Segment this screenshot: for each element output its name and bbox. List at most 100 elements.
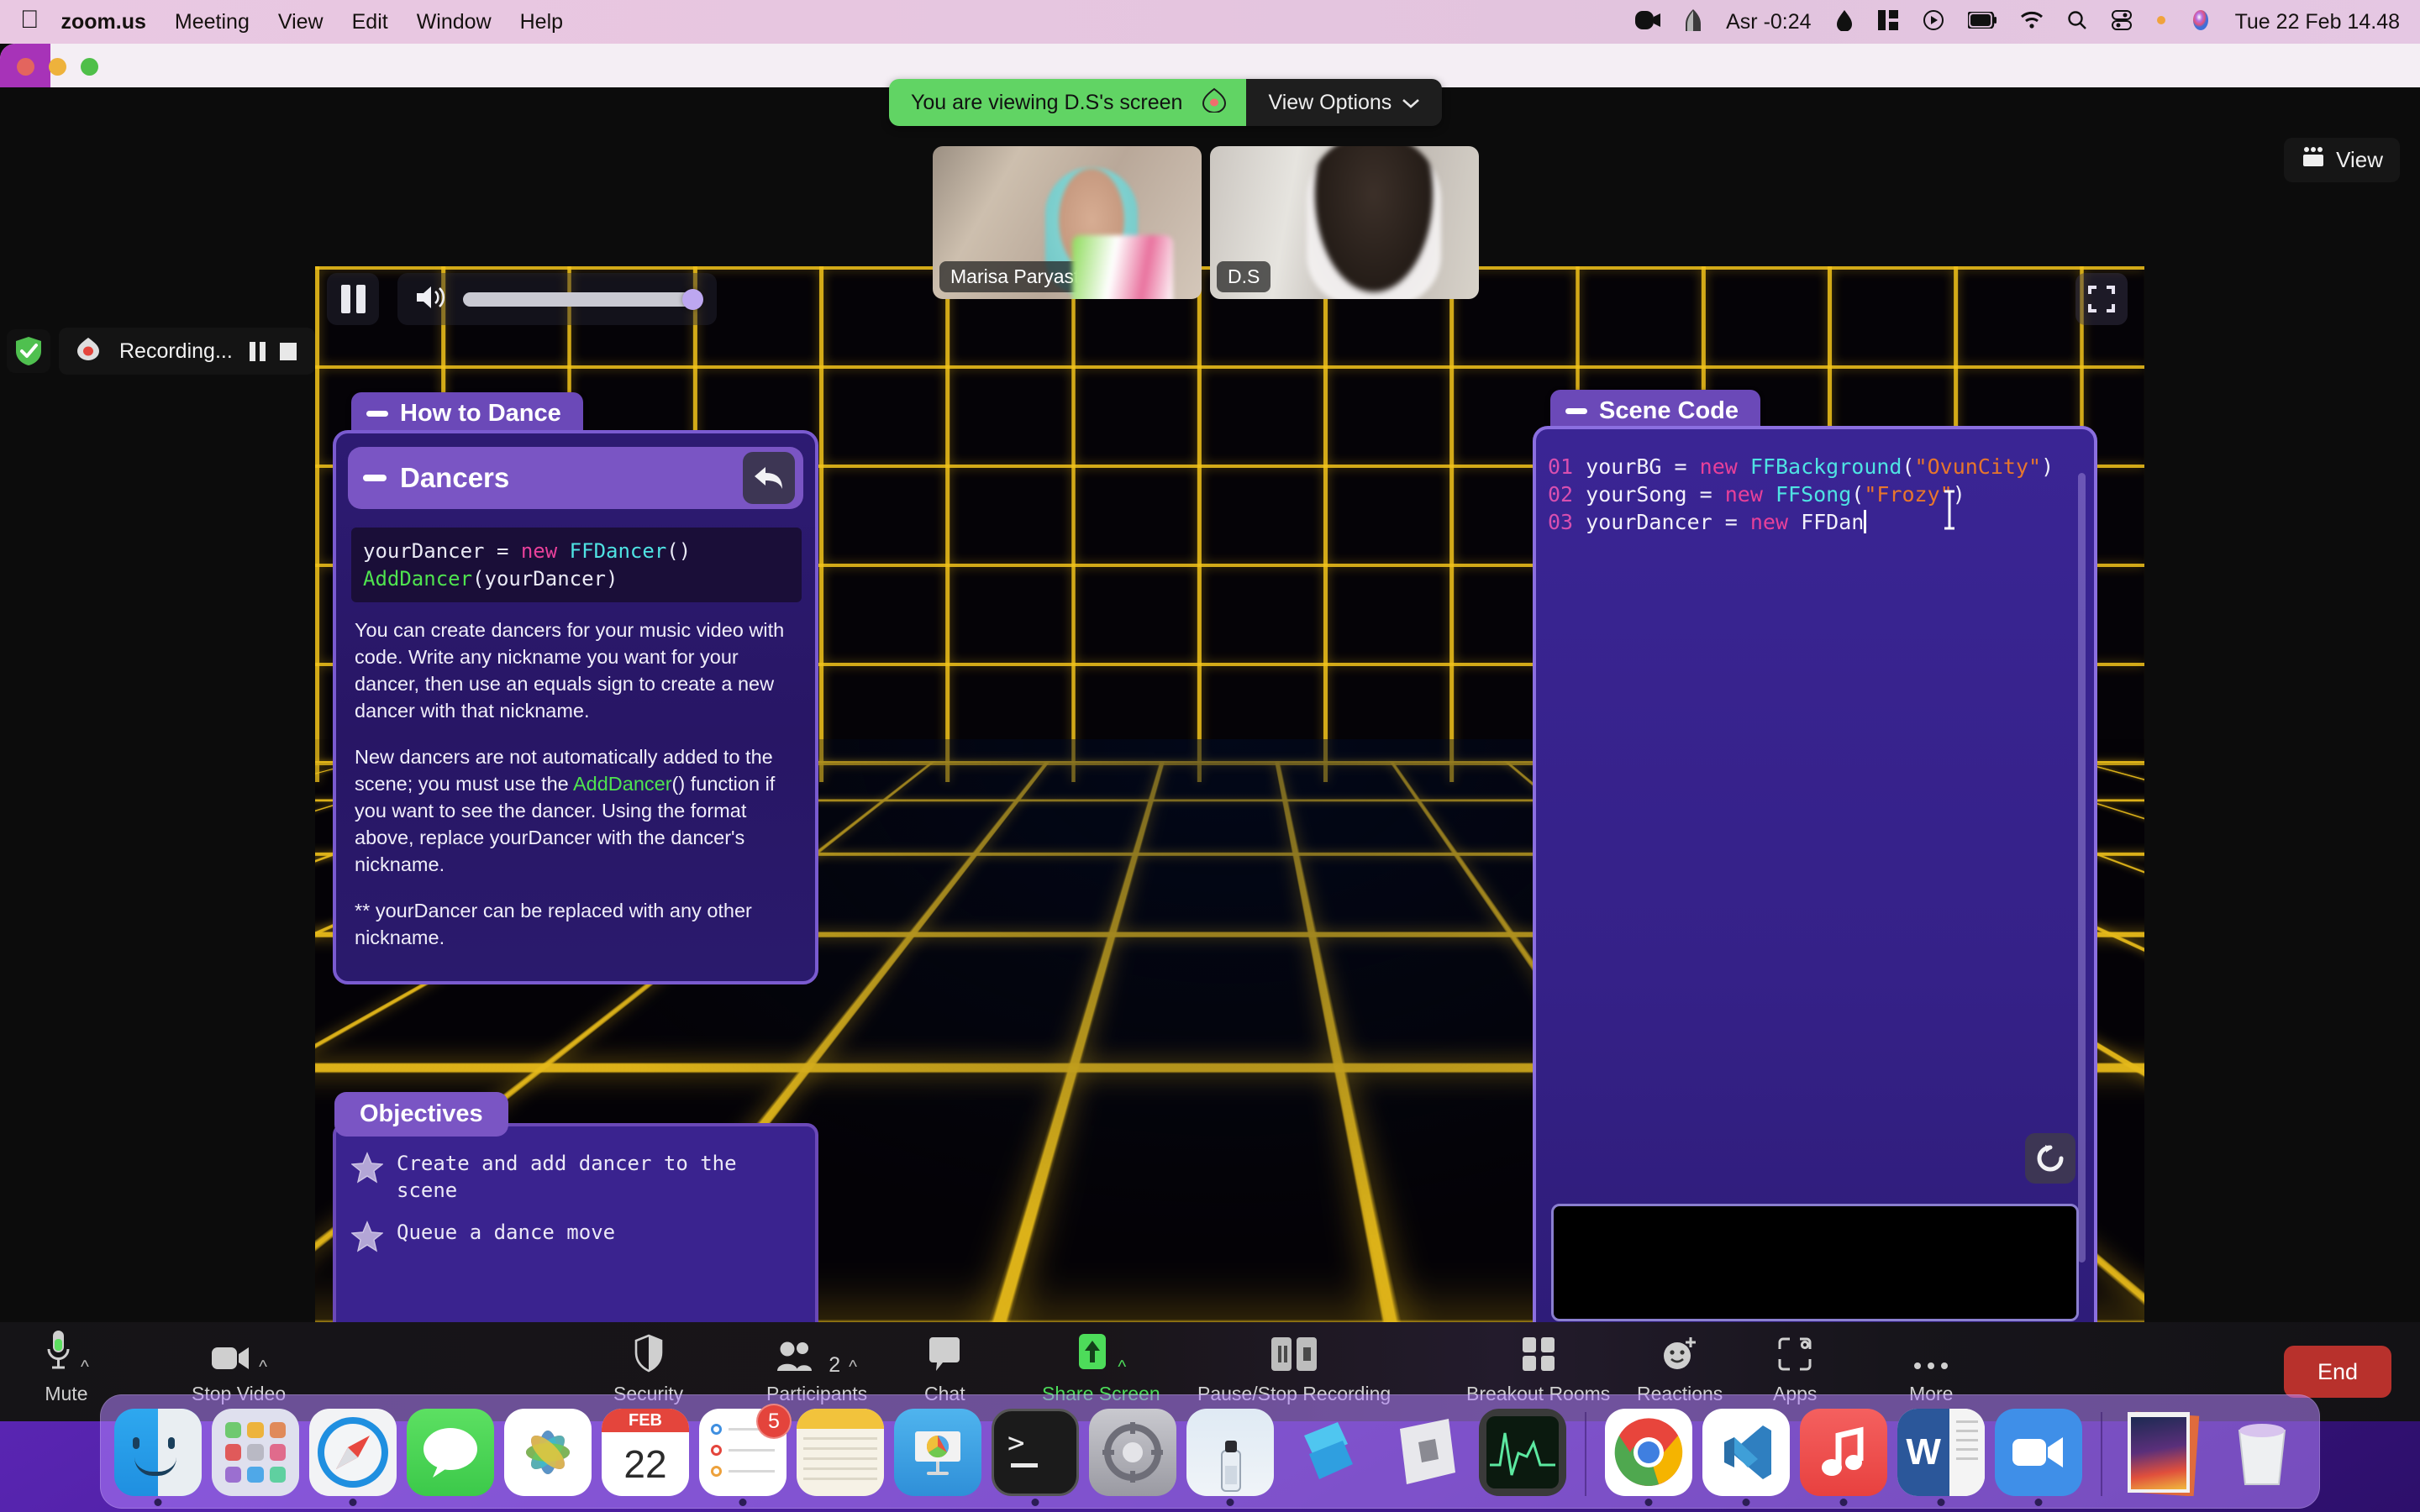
document-stack-icon <box>2121 1409 2208 1496</box>
dock-item-photos[interactable] <box>504 1409 592 1496</box>
prayer-time-label[interactable]: Asr -0:24 <box>1726 10 1811 34</box>
dock-item-music[interactable] <box>1800 1409 1887 1506</box>
tab-how-to-dance[interactable]: How to Dance <box>351 392 583 435</box>
toolbar-mute-button[interactable]: ^ Mute <box>44 1329 89 1405</box>
volume-speaker-icon[interactable] <box>414 283 448 316</box>
close-button[interactable] <box>17 58 34 76</box>
menu-item-help[interactable]: Help <box>520 10 563 34</box>
view-button-label: View <box>2336 147 2383 172</box>
dock-item-messages[interactable] <box>407 1409 494 1496</box>
view-options-button[interactable]: View Options <box>1246 79 1443 126</box>
volume-slider-track[interactable] <box>463 288 703 310</box>
participant-name: D.S <box>1217 261 1271 292</box>
code-keyword-new: new <box>1724 482 1763 507</box>
dock-item-roblox-studio[interactable] <box>1284 1409 1371 1496</box>
snippet-function: AddDancer <box>363 566 473 591</box>
dock-item-reminders[interactable]: 5 <box>699 1404 792 1506</box>
participants-options-caret[interactable]: ^ <box>849 1357 857 1378</box>
view-options-label: View Options <box>1268 90 1392 114</box>
dock-item-word[interactable]: W <box>1897 1409 1985 1506</box>
code-paren-close: ) <box>2041 454 2054 479</box>
dancers-paragraph-1: You can create dancers for your music vi… <box>355 619 785 722</box>
search-icon[interactable] <box>2067 10 2087 34</box>
dock-item-activity-monitor[interactable] <box>1479 1409 1566 1496</box>
menu-item-edit[interactable]: Edit <box>352 10 388 34</box>
video-options-caret[interactable]: ^ <box>259 1357 267 1378</box>
participant-thumbnail[interactable]: D.S <box>1210 146 1479 299</box>
viewing-status-text: You are viewing D.S's screen <box>911 90 1183 114</box>
dock-item-notes[interactable] <box>797 1409 884 1496</box>
fullscreen-expand-icon[interactable] <box>2075 273 2128 325</box>
dock-item-finder[interactable] <box>114 1409 202 1506</box>
running-indicator <box>349 1499 357 1506</box>
tab-objectives[interactable]: Objectives <box>334 1092 508 1137</box>
dock-item-vscode[interactable] <box>1702 1409 1790 1506</box>
code-var: yourBG <box>1586 454 1662 479</box>
menu-item-view[interactable]: View <box>278 10 324 34</box>
code-type-partial: FFDan <box>1801 510 1865 534</box>
dock-item-safari[interactable] <box>309 1409 397 1506</box>
dancers-info-panel: Dancers yourDancer = new FFDancer() AddD… <box>333 430 818 984</box>
volume-slider-knob[interactable] <box>682 288 703 310</box>
zoom-camera-icon[interactable] <box>1635 10 1661 34</box>
share-options-caret[interactable]: ^ <box>1118 1357 1126 1378</box>
dock-item-system-preferences[interactable] <box>1089 1409 1176 1496</box>
dock-item-trash[interactable] <box>2218 1409 2306 1496</box>
dock-item-roblox[interactable] <box>1381 1409 1469 1496</box>
dancers-code-snippet: yourDancer = new FFDancer() AddDancer(yo… <box>351 528 802 603</box>
participant-name: Marisa Paryasto <box>939 261 1102 292</box>
snippet-equals: = <box>484 539 521 563</box>
apple-logo-icon[interactable]:  <box>20 8 39 33</box>
menu-item-meeting[interactable]: Meeting <box>175 10 250 34</box>
participant-thumbnail[interactable]: Marisa Paryasto <box>933 146 1202 299</box>
recording-pause-button[interactable] <box>249 341 266 361</box>
control-center-icon[interactable] <box>2111 9 2133 35</box>
siri-icon[interactable] <box>2190 9 2212 35</box>
recording-stop-button[interactable] <box>279 342 297 360</box>
reminders-badge: 5 <box>756 1404 792 1439</box>
recording-label: Recording... <box>119 339 233 363</box>
play-circle-icon[interactable] <box>1923 9 1944 35</box>
zoom-meeting-window: You are viewing D.S's screen View Option… <box>0 44 2420 1421</box>
reset-refresh-icon[interactable] <box>2025 1133 2075 1184</box>
media-pause-button[interactable] <box>327 273 379 325</box>
calendar-icon: FEB 22 <box>602 1409 689 1496</box>
code-editor[interactable]: 01 yourBG = new FFBackground("OvunCity")… <box>1536 429 2094 536</box>
zoom-button[interactable] <box>81 58 98 76</box>
end-meeting-button[interactable]: End <box>2284 1346 2391 1398</box>
participants-icon <box>776 1341 820 1378</box>
dock-item-launchpad[interactable] <box>212 1409 299 1496</box>
launchpad-icon <box>212 1409 299 1496</box>
minimize-button[interactable] <box>49 58 66 76</box>
dock-item-preview[interactable] <box>1186 1409 1274 1506</box>
menu-bar-clock[interactable]: Tue 22 Feb 14.48 <box>2235 10 2400 34</box>
participant-thumbnail-strip: Marisa Paryasto D.S <box>933 146 1479 299</box>
back-arrow-icon[interactable] <box>743 452 795 504</box>
dock-item-chrome[interactable] <box>1605 1409 1692 1506</box>
screen-share-leaf-icon <box>1201 87 1228 118</box>
more-ellipsis-icon <box>1912 1355 1949 1378</box>
mosque-icon[interactable] <box>1684 8 1702 35</box>
line-number: 01 <box>1548 454 1574 479</box>
water-drop-icon[interactable] <box>1835 9 1854 35</box>
editor-scrollbar[interactable] <box>2078 473 2086 1263</box>
menu-item-app-name[interactable]: zoom.us <box>61 10 146 34</box>
code-var: yourDancer <box>1586 510 1712 534</box>
mute-options-caret[interactable]: ^ <box>81 1357 89 1378</box>
security-shield-check-icon[interactable] <box>7 329 50 373</box>
text-caret <box>1864 510 1867 533</box>
stats-bars-icon[interactable] <box>1877 9 1899 35</box>
dancers-panel-header[interactable]: Dancers <box>348 447 803 509</box>
macos-menu-bar:  zoom.us Meeting View Edit Window Help … <box>0 0 2420 44</box>
volume-control[interactable] <box>397 273 717 325</box>
view-layout-button[interactable]: View <box>2284 138 2400 182</box>
dock-item-keynote[interactable] <box>894 1409 981 1496</box>
wifi-icon[interactable] <box>2020 11 2044 34</box>
battery-icon[interactable] <box>1966 10 1996 33</box>
menu-item-window[interactable]: Window <box>417 10 492 34</box>
safari-icon <box>309 1409 397 1496</box>
dock-item-document-stack[interactable] <box>2121 1409 2208 1496</box>
dock-item-terminal[interactable]: > <box>992 1409 1079 1506</box>
dock-item-calendar[interactable]: FEB 22 <box>602 1409 689 1496</box>
dock-item-zoom[interactable] <box>1995 1409 2082 1506</box>
